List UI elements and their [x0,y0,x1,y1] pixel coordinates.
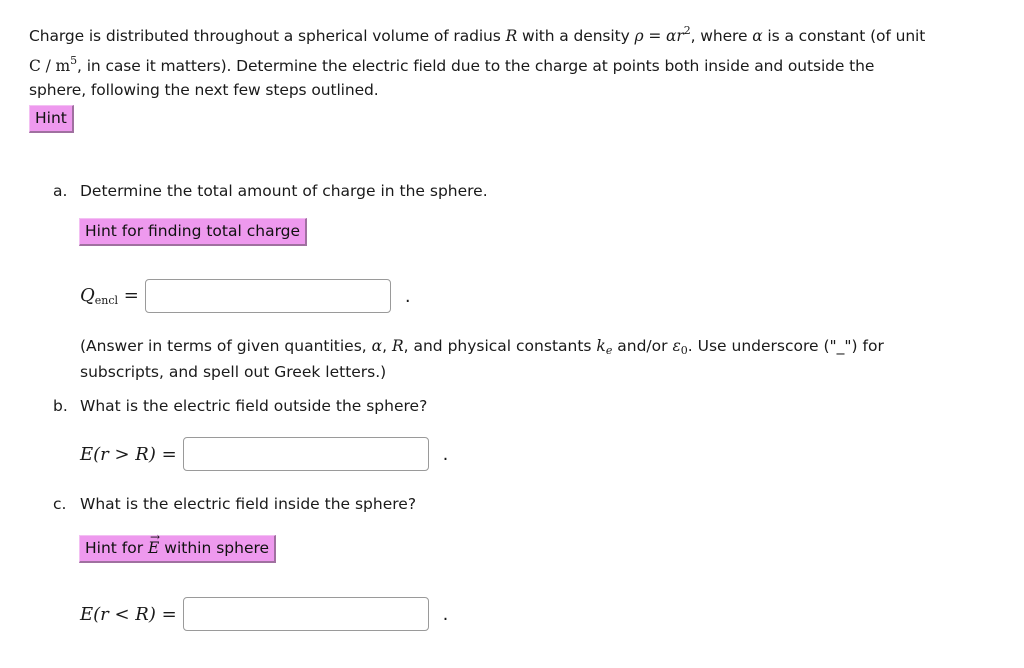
e-vector-symbol: E [148,527,160,558]
radius-symbol: R [391,337,404,355]
period: . [442,443,449,465]
part-c-answer-row: E(r < R) = . [80,597,448,631]
part-a-question: a. Determine the total amount of charge i… [53,182,488,200]
part-b-label: b. [53,397,68,415]
hint-text: within sphere [159,539,270,557]
part-a-text: Determine the total amount of charge in … [80,182,488,200]
density-exponent: 2 [683,24,691,37]
epsilon-subscript: 0 [680,344,688,357]
period: . [404,285,411,307]
hint-button[interactable]: Hint [29,105,74,133]
answer-instructions: (Answer in terms of given quantities, α,… [80,336,910,383]
hint-e-within-sphere-button[interactable]: Hint for E within sphere [79,527,277,563]
note-text: , [382,337,392,355]
part-b-question: b. What is the electric field outside the… [53,397,427,415]
note-text: , and physical constants [403,337,597,355]
encl-subscript: encl [94,294,119,307]
k-symbol: k [596,337,606,355]
e-outside-label: E(r > R) = [80,443,177,465]
radius-symbol: R [505,27,518,45]
epsilon-symbol: ε [672,337,681,355]
problem-statement: Charge is distributed throughout a spher… [29,19,929,103]
intro-text: , where [690,27,753,45]
hint-text: Hint for [85,539,149,557]
density-formula: ρ = αr [634,27,684,45]
e-outside-input[interactable] [182,437,429,471]
part-b-text: What is the electric field outside the s… [80,397,428,415]
q-encl-label: Qencl = [80,285,139,307]
unit-text: C / m [29,56,71,75]
note-text: (Answer in terms of given quantities, [80,337,372,355]
part-c-label: c. [53,495,67,513]
intro-text: Charge is distributed throughout a spher… [29,27,506,45]
hint-total-charge-button[interactable]: Hint for finding total charge [79,218,308,246]
e-inside-label: E(r < R) = [80,603,177,625]
intro-text: with a density [517,27,635,45]
e-inside-input[interactable] [182,597,429,631]
unit-exponent: 5 [70,53,78,67]
note-text: and/or [612,337,673,355]
part-a-label: a. [53,182,68,200]
intro-text: is a constant (of unit [762,27,926,45]
alpha-symbol: α [371,337,383,355]
part-c-text: What is the electric field inside the sp… [80,495,417,513]
q-symbol: Q [80,285,95,306]
period: . [442,603,449,625]
part-c-question: c. What is the electric field inside the … [53,495,416,513]
part-b-answer-row: E(r > R) = . [80,437,448,471]
part-a-answer-row: Qencl = . [80,279,411,313]
alpha-symbol: α [752,27,763,45]
equals-sign: = [118,285,139,306]
q-encl-input[interactable] [144,279,391,313]
intro-text: , in case it matters). Determine the ele… [29,56,875,100]
